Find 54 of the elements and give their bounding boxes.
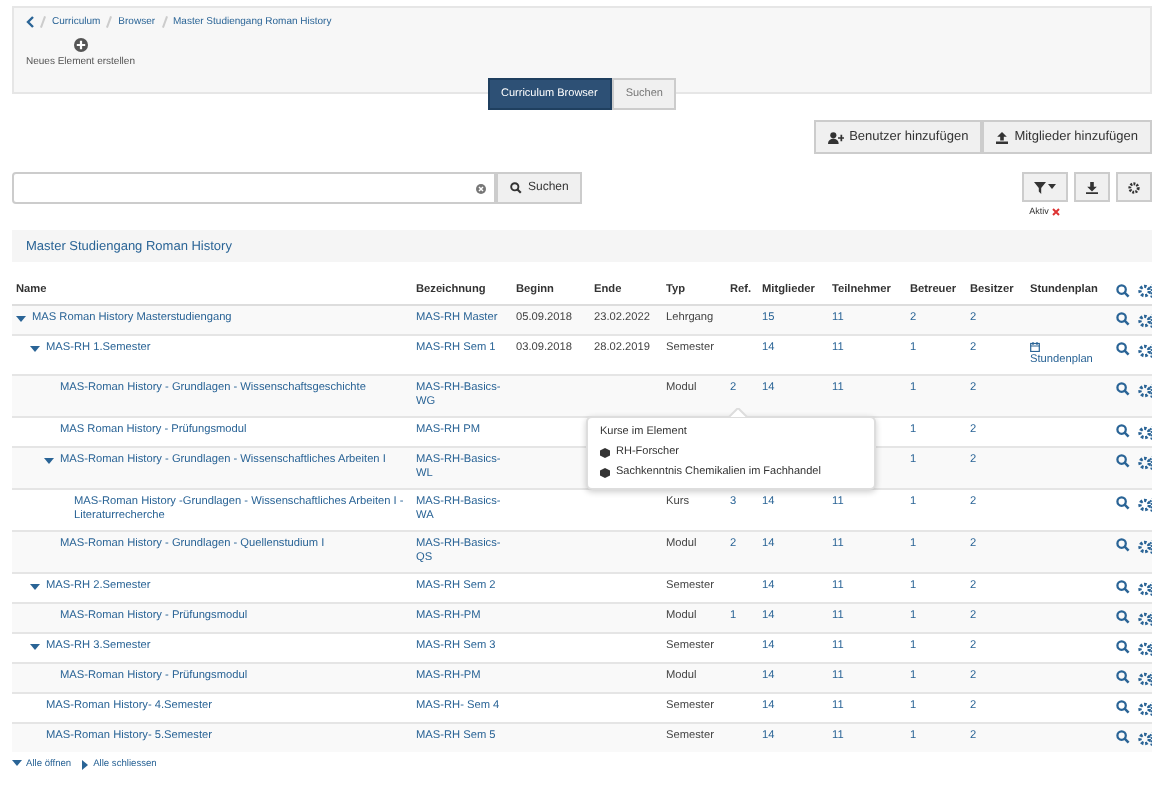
zoom-icon[interactable] <box>1116 579 1130 593</box>
zoom-icon[interactable] <box>1116 537 1130 551</box>
zoom-icon[interactable] <box>1116 312 1130 326</box>
zoom-icon[interactable] <box>1116 639 1130 653</box>
zoom-icon[interactable] <box>1116 284 1130 298</box>
caret-down-icon <box>30 583 40 591</box>
zoom-icon[interactable] <box>1116 609 1130 623</box>
caret-down-icon <box>30 643 40 651</box>
filter-icon <box>1034 181 1046 193</box>
zoom-icon[interactable] <box>1116 342 1130 356</box>
zoom-icon[interactable] <box>1116 495 1130 509</box>
zoom-icon[interactable] <box>1116 729 1130 743</box>
search-icon <box>510 182 522 194</box>
clear-icon[interactable] <box>476 183 486 193</box>
gears-icon[interactable] <box>1138 453 1152 471</box>
zoom-icon[interactable] <box>1116 699 1130 713</box>
expand-toggle[interactable] <box>44 453 54 469</box>
expand-toggle[interactable] <box>30 579 40 595</box>
zoom-icon[interactable] <box>1116 669 1130 683</box>
caret-right-icon <box>81 759 90 769</box>
gears-icon[interactable] <box>1138 669 1152 687</box>
gears-icon[interactable] <box>1138 699 1152 717</box>
zoom-icon[interactable] <box>1116 381 1130 395</box>
expand-toggle[interactable] <box>30 639 40 655</box>
gears-icon[interactable] <box>1138 639 1152 657</box>
back-icon[interactable] <box>26 16 34 28</box>
calendar-icon <box>1030 342 1040 352</box>
caret-down-icon <box>12 760 22 768</box>
filter-button[interactable] <box>1022 172 1068 202</box>
caret-down-icon <box>44 457 54 465</box>
caret-down-icon <box>16 316 26 324</box>
settings-button[interactable] <box>1116 172 1152 202</box>
gears-icon[interactable] <box>1138 495 1152 513</box>
caret-down-icon <box>30 346 40 354</box>
gears-icon[interactable] <box>1138 609 1152 627</box>
upload-icon <box>996 131 1009 143</box>
gears-icon[interactable] <box>1138 729 1152 747</box>
gears-icon[interactable] <box>1138 381 1152 399</box>
gears-icon[interactable] <box>1138 537 1152 555</box>
download-button[interactable] <box>1074 172 1110 202</box>
gears-icon[interactable] <box>1138 312 1152 330</box>
user-plus-icon <box>827 131 844 143</box>
gears-icon[interactable] <box>1138 342 1152 360</box>
zoom-icon[interactable] <box>1116 453 1130 467</box>
remove-icon[interactable] <box>1052 207 1061 215</box>
settings-icon <box>1128 181 1140 193</box>
gears-icon[interactable] <box>1138 423 1152 441</box>
gears-icon[interactable] <box>1138 579 1152 597</box>
download-icon <box>1086 181 1098 193</box>
gears-icon[interactable] <box>1138 282 1152 300</box>
search-field[interactable] <box>12 172 496 204</box>
caret-down-icon <box>1048 184 1056 190</box>
zoom-icon[interactable] <box>1116 423 1130 437</box>
plus-circle-icon <box>73 38 88 52</box>
